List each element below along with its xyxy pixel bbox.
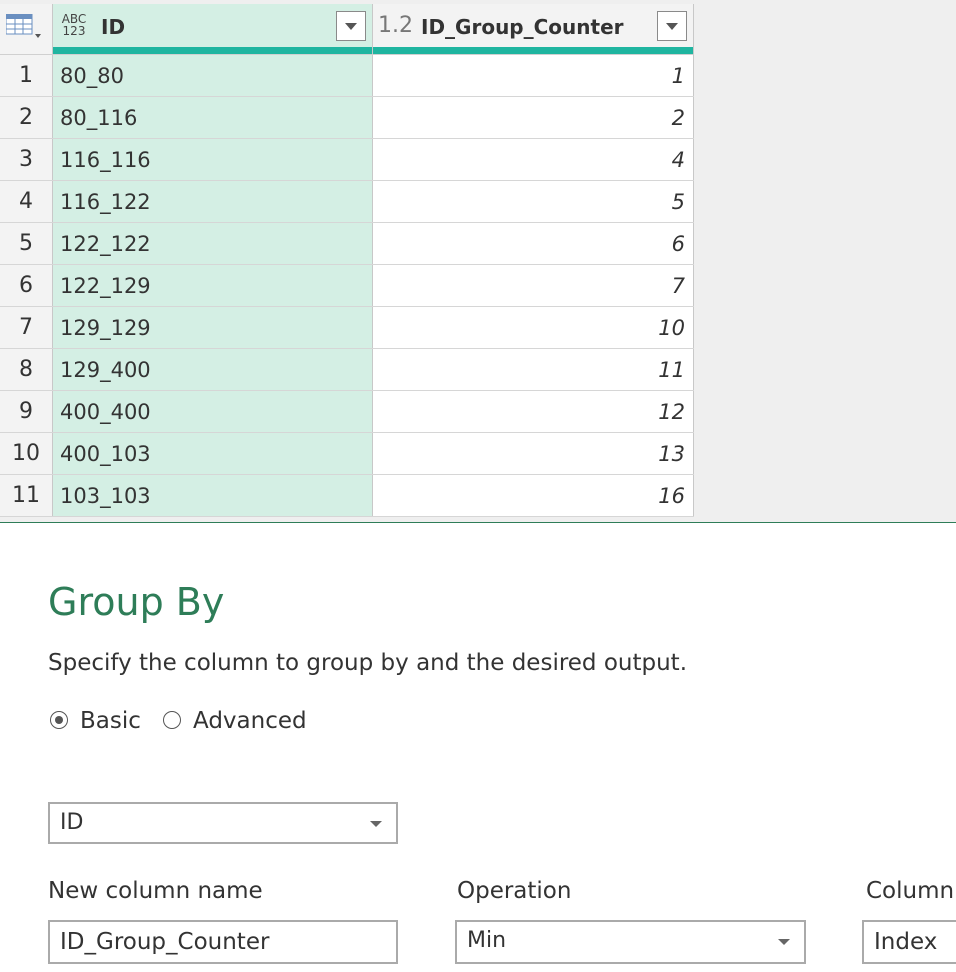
row-number[interactable]: 7 xyxy=(0,307,53,348)
column-name: ID_Group_Counter xyxy=(421,15,624,39)
new-column-name-label: New column name xyxy=(48,878,263,904)
row-number[interactable]: 8 xyxy=(0,349,53,390)
cell-id-group-counter[interactable]: 4 xyxy=(373,139,694,180)
grid-body: 1 80_80 1 2 80_116 2 3 116_116 4 4 116_122 5 5 122_12… xyxy=(0,55,694,517)
cell-id-group-counter[interactable]: 7 xyxy=(373,265,694,306)
type-decimal-icon[interactable]: 1.2 xyxy=(378,13,413,38)
column-quality-bar xyxy=(373,47,693,54)
row-number[interactable]: 3 xyxy=(0,139,53,180)
cell-id[interactable]: 116_122 xyxy=(53,181,373,222)
column-name: ID xyxy=(101,15,126,39)
data-grid: ABC 123 ID 1.2 ID_Group_Counter 1 80_80 1 2… xyxy=(0,4,694,517)
table-menu-button[interactable] xyxy=(0,4,53,54)
column-label: Column xyxy=(866,878,955,904)
cell-id-group-counter[interactable]: 5 xyxy=(373,181,694,222)
table-row[interactable]: 2 80_116 2 xyxy=(0,97,694,139)
table-row[interactable]: 7 129_129 10 xyxy=(0,307,694,349)
dialog-description: Specify the column to group by and the d… xyxy=(48,650,688,676)
operation-label: Operation xyxy=(457,878,572,904)
cell-id-group-counter[interactable]: 1 xyxy=(373,55,694,96)
column-select[interactable]: Index xyxy=(862,920,956,964)
row-number[interactable]: 10 xyxy=(0,433,53,474)
cell-id-group-counter[interactable]: 16 xyxy=(373,475,694,516)
column-value: Index xyxy=(874,929,938,955)
cell-id-group-counter[interactable]: 2 xyxy=(373,97,694,138)
group-by-column-select[interactable]: ID xyxy=(48,802,398,844)
cell-id[interactable]: 400_103 xyxy=(53,433,373,474)
table-icon xyxy=(6,14,41,38)
cell-id-group-counter[interactable]: 6 xyxy=(373,223,694,264)
table-row[interactable]: 10 400_103 13 xyxy=(0,433,694,475)
chevron-down-icon[interactable] xyxy=(370,821,382,827)
dialog-title: Group By xyxy=(48,580,225,624)
cell-id[interactable]: 122_129 xyxy=(53,265,373,306)
column-header-id[interactable]: ABC 123 ID xyxy=(53,4,373,54)
group-by-column-value: ID xyxy=(60,810,84,835)
cell-id[interactable]: 129_400 xyxy=(53,349,373,390)
row-number[interactable]: 6 xyxy=(0,265,53,306)
cell-id[interactable]: 80_116 xyxy=(53,97,373,138)
row-number[interactable]: 5 xyxy=(0,223,53,264)
table-row[interactable]: 5 122_122 6 xyxy=(0,223,694,265)
table-row[interactable]: 6 122_129 7 xyxy=(0,265,694,307)
cell-id-group-counter[interactable]: 13 xyxy=(373,433,694,474)
new-column-name-input[interactable]: ID_Group_Counter xyxy=(48,920,398,964)
cell-id[interactable]: 400_400 xyxy=(53,391,373,432)
radio-checked-icon[interactable] xyxy=(50,711,68,729)
row-number[interactable]: 11 xyxy=(0,475,53,516)
grid-header: ABC 123 ID 1.2 ID_Group_Counter xyxy=(0,4,694,55)
column-header-id-group-counter[interactable]: 1.2 ID_Group_Counter xyxy=(373,4,694,54)
table-row[interactable]: 9 400_400 12 xyxy=(0,391,694,433)
cell-id[interactable]: 122_122 xyxy=(53,223,373,264)
table-row[interactable]: 11 103_103 16 xyxy=(0,475,694,517)
cell-id-group-counter[interactable]: 10 xyxy=(373,307,694,348)
cell-id[interactable]: 129_129 xyxy=(53,307,373,348)
operation-value: Min xyxy=(467,928,507,953)
radio-unchecked-icon[interactable] xyxy=(163,711,181,729)
advanced-label[interactable]: Advanced xyxy=(193,708,307,734)
cell-id[interactable]: 116_116 xyxy=(53,139,373,180)
basic-label[interactable]: Basic xyxy=(80,708,141,734)
column-quality-bar xyxy=(53,47,372,54)
row-number[interactable]: 9 xyxy=(0,391,53,432)
filter-dropdown-button[interactable] xyxy=(336,11,366,41)
filter-dropdown-button[interactable] xyxy=(657,11,687,41)
cell-id-group-counter[interactable]: 11 xyxy=(373,349,694,390)
cell-id[interactable]: 80_80 xyxy=(53,55,373,96)
row-number[interactable]: 4 xyxy=(0,181,53,222)
table-row[interactable]: 8 129_400 11 xyxy=(0,349,694,391)
type-any-icon[interactable]: ABC 123 xyxy=(60,13,88,37)
data-preview-area: ABC 123 ID 1.2 ID_Group_Counter 1 80_80 1 2… xyxy=(0,0,956,523)
cell-id-group-counter[interactable]: 12 xyxy=(373,391,694,432)
chevron-down-icon[interactable] xyxy=(778,939,790,945)
row-number[interactable]: 2 xyxy=(0,97,53,138)
table-row[interactable]: 3 116_116 4 xyxy=(0,139,694,181)
table-row[interactable]: 4 116_122 5 xyxy=(0,181,694,223)
table-row[interactable]: 1 80_80 1 xyxy=(0,55,694,97)
row-number[interactable]: 1 xyxy=(0,55,53,96)
operation-select[interactable]: Min xyxy=(455,920,806,964)
cell-id[interactable]: 103_103 xyxy=(53,475,373,516)
